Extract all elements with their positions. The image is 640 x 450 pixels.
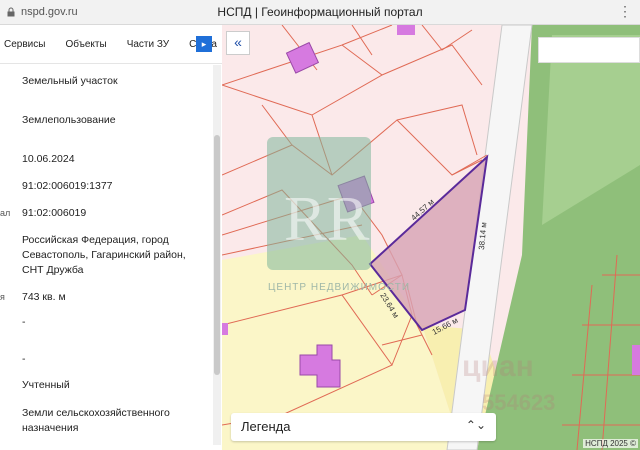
tabs-next-button[interactable]: ▸ [196,36,212,52]
building [285,41,320,74]
browser-bar: nspd.gov.ru НСПД | Геоинформационный пор… [0,0,640,25]
building [397,25,415,35]
date-value: 10.06.2024 [22,153,75,165]
watermark-letters: RR [284,183,370,254]
page-title: НСПД | Геоинформационный портал [217,5,423,19]
building [632,345,640,375]
map-view[interactable]: RR 44.57 м 38.14 м 23.64 м 15.66 м ЦЕНТР… [222,25,640,450]
status-value: Учтенный [22,379,70,391]
panel-scrollbar[interactable] [213,65,221,445]
map-attribution: НСПД 2025 © [583,439,638,448]
collapse-panel-button[interactable]: « [226,31,250,55]
panel-tabs: Сервисы Объекты Части ЗУ Соста ▸ [0,25,222,64]
area-value: 743 кв. м [22,291,66,303]
empty-value: - [22,353,26,365]
map-canvas[interactable]: RR 44.57 м 38.14 м 23.64 м 15.66 м [222,25,640,450]
tab-objects[interactable]: Объекты [65,39,106,50]
address-value: Российская Федерация, город Севастополь,… [22,234,186,276]
building [222,323,228,335]
tab-services[interactable]: Сервисы [4,39,45,50]
object-type-value: Земельный участок [22,75,118,87]
legend-label: Легенда [241,419,291,434]
row-label: ал [0,208,11,218]
cadastral-quarter-value[interactable]: 91:02:006019 [22,206,202,221]
info-panel: Сервисы Объекты Части ЗУ Соста ▸ Земельн… [0,25,222,450]
tab-parts[interactable]: Части ЗУ [127,39,169,50]
subtype-value: Землепользование [22,114,116,126]
cadastral-number-value[interactable]: 91:02:006019:1377 [22,179,202,194]
watermark-caption: ЦЕНТР НЕДВИЖИМОСТИ [268,282,411,293]
land-category-value: Земли сельскохозяйственного назначения [22,407,170,434]
row-label: я [0,292,5,302]
menu-icon[interactable]: ⋮ [618,3,632,20]
empty-value: - [22,316,26,328]
map-search-box[interactable] [538,37,640,63]
scroll-thumb[interactable] [214,135,220,375]
legend-selector[interactable]: Легенда ⌃⌄ [231,413,496,441]
faint-watermark: циан [462,350,534,383]
chevron-updown-icon[interactable]: ⌃⌄ [466,418,486,432]
